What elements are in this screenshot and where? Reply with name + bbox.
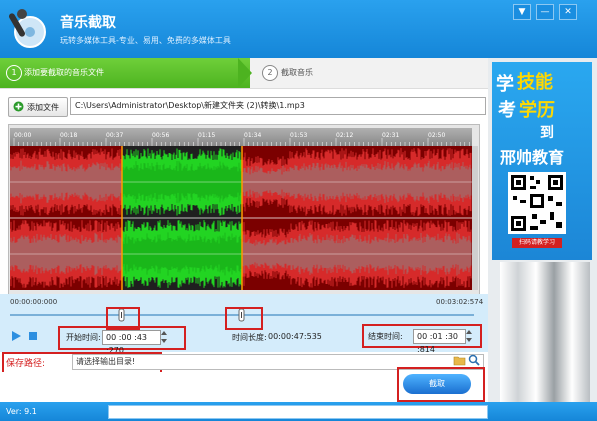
ad-qr-caption: 扫码请教学习 xyxy=(512,238,562,248)
timeline-tick-label: 00:18 xyxy=(60,132,77,139)
progress-bar xyxy=(108,405,488,419)
close-button[interactable]: ✕ xyxy=(559,4,577,20)
ad-text-xue: 学 xyxy=(496,74,514,95)
ad-text-xueli: 学历 xyxy=(519,100,555,121)
add-file-button[interactable]: 添加文件 xyxy=(8,97,68,117)
timeline-tick-label: 01:53 xyxy=(290,132,307,139)
timeline-tick-label: 00:37 xyxy=(106,132,123,139)
search-icon[interactable] xyxy=(468,354,480,366)
end-time-label: 结束时间: xyxy=(368,332,403,341)
app-logo-icon xyxy=(8,8,48,50)
start-time-input[interactable]: 00 :00 :43 :270 xyxy=(102,330,161,355)
step-2-number: 2 xyxy=(262,65,278,81)
ad-text-dao: 到 xyxy=(540,125,554,141)
save-path-placeholder: 请选择输出目录! xyxy=(76,357,136,366)
timeline-tick-label: 02:12 xyxy=(336,132,353,139)
waveform-scrollbar[interactable] xyxy=(472,146,478,290)
timeline-tick-label: 02:50 xyxy=(428,132,445,139)
timeline-tick-label: 00:56 xyxy=(152,132,169,139)
end-slider-handle[interactable] xyxy=(238,309,246,323)
step-arrow-icon xyxy=(238,58,252,88)
timeline-tick-label: 01:34 xyxy=(244,132,261,139)
add-file-label: 添加文件 xyxy=(27,103,59,112)
waveform-display[interactable] xyxy=(10,146,472,290)
ad-person-image xyxy=(500,262,590,402)
qr-code-icon xyxy=(508,172,566,234)
step-1-number: 1 xyxy=(6,65,22,81)
version-label: Ver: 9.1 xyxy=(6,407,37,416)
folder-icon[interactable] xyxy=(453,354,466,366)
ad-brand: 邢帅教育 xyxy=(500,148,565,167)
ad-text-kao: 考 xyxy=(498,100,516,121)
start-slider-handle[interactable] xyxy=(118,309,126,323)
step-2-label[interactable]: 截取音乐 xyxy=(281,67,313,78)
position-start: 00:00:00:000 xyxy=(10,298,58,306)
app-title: 音乐截取 xyxy=(60,15,116,31)
duration-label: 时间长度: xyxy=(232,333,267,342)
timeline-tick-label: 02:31 xyxy=(382,132,399,139)
minimize-button[interactable]: — xyxy=(536,4,554,20)
file-path-field[interactable]: C:\Users\Administrator\Desktop\新建文件夹 (2)… xyxy=(70,97,486,115)
step-1-label: 添加要截取的音乐文件 xyxy=(24,68,104,77)
app-subtitle: 玩转多媒体工具-专业、易用、免费的多媒体工具 xyxy=(60,36,231,45)
end-time-spinner-icon[interactable] xyxy=(465,329,473,343)
timeline-tick-label: 01:15 xyxy=(198,132,215,139)
plus-icon xyxy=(13,101,24,112)
ad-text-jineng: 技能 xyxy=(517,72,553,93)
cut-button[interactable]: 截取 xyxy=(403,374,471,394)
timeline-tick-label: 00:00 xyxy=(14,132,31,139)
position-end: 00:03:02:574 xyxy=(436,298,484,306)
start-time-label: 开始时间: xyxy=(66,333,101,342)
menu-dropdown-button[interactable]: ▼ xyxy=(513,4,531,20)
play-icon[interactable] xyxy=(10,330,22,342)
stop-icon[interactable] xyxy=(28,331,38,341)
start-time-spinner-icon[interactable] xyxy=(160,330,168,344)
save-path-label: 保存路径: xyxy=(6,359,46,369)
timeline-ruler: 00:00 00:18 00:37 00:56 01:15 01:34 01:53 02:12… xyxy=(10,128,472,146)
duration-value: 00:00:47:535 xyxy=(268,332,322,341)
end-time-input[interactable]: 00 :01 :30 :814 xyxy=(413,329,466,354)
